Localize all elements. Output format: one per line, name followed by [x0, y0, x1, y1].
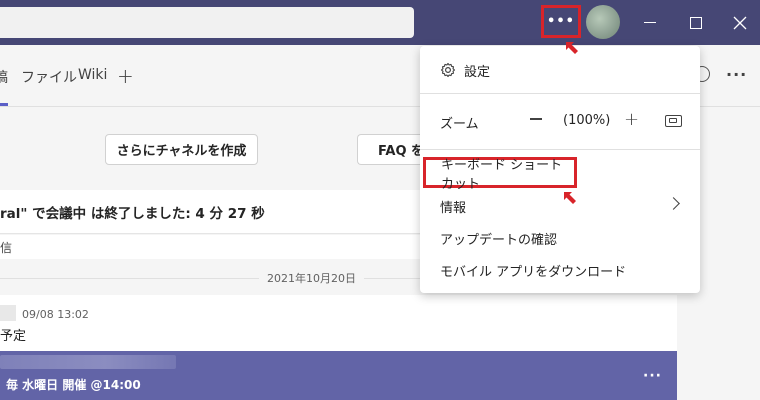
settings-dropdown-menu: 設定 ズーム (100%) + キーボード ショートカット 情報 アップデートの… [420, 46, 700, 293]
post-author-avatar [0, 305, 16, 321]
blurred-title [0, 355, 176, 369]
menu-item-settings[interactable]: 設定 [420, 54, 700, 86]
menu-item-info-label: 情報 [440, 200, 467, 216]
annotation-arrow-icon [564, 192, 576, 204]
zoom-in-button[interactable]: + [624, 111, 639, 129]
create-channel-button[interactable]: さらにチャネルを作成 [105, 134, 258, 165]
close-icon [733, 16, 747, 29]
meeting-banner[interactable]: 毎 水曜日 開催 @14:00 ··· [0, 351, 677, 400]
menu-divider [420, 93, 700, 94]
menu-item-settings-label: 設定 [464, 64, 491, 80]
menu-item-download-mobile[interactable]: モバイル アプリをダウンロード [420, 254, 700, 286]
zoom-fit-icon[interactable] [665, 115, 682, 127]
maximize-icon [690, 16, 702, 29]
faq-button[interactable]: FAQ を [357, 134, 427, 165]
tab-posts[interactable]: 稿 [0, 67, 8, 87]
annotation-arrow-icon [566, 42, 578, 54]
post-timestamp: 09/08 13:02 [22, 308, 89, 321]
maximize-button[interactable] [674, 0, 718, 45]
tab-wiki[interactable]: Wiki [78, 67, 107, 83]
active-tab-indicator [0, 103, 8, 106]
tab-more-button[interactable]: ··· [726, 65, 747, 84]
menu-item-check-updates-label: アップデートの確認 [440, 232, 558, 248]
menu-item-keyboard-shortcuts-label: キーボード ショートカット [441, 157, 563, 192]
menu-item-info[interactable]: 情報 [420, 190, 700, 222]
menu-item-download-mobile-label: モバイル アプリをダウンロード [440, 264, 627, 280]
meeting-schedule-text: 毎 水曜日 開催 @14:00 [6, 378, 141, 392]
post-text: 予定 [0, 329, 27, 344]
date-divider-label: 2021年10月20日 [259, 270, 364, 286]
banner-more-button[interactable]: ··· [643, 368, 662, 384]
zoom-level: (100%) [563, 113, 611, 128]
menu-item-keyboard-shortcuts[interactable]: キーボード ショートカット [423, 157, 577, 192]
menu-divider [420, 149, 700, 150]
zoom-fit-inner [669, 118, 677, 123]
more-options-label: ••• [547, 14, 575, 29]
tab-files[interactable]: ファイル [21, 67, 77, 87]
gear-icon [440, 62, 456, 78]
minimize-icon [644, 22, 656, 23]
minimize-button[interactable] [628, 0, 672, 45]
title-bar: ••• [0, 0, 760, 45]
menu-item-check-updates[interactable]: アップデートの確認 [420, 222, 700, 254]
close-button[interactable] [718, 0, 760, 45]
zoom-out-button[interactable] [530, 118, 542, 120]
user-avatar[interactable] [586, 5, 620, 39]
menu-item-zoom: ズーム [420, 106, 700, 138]
post-card[interactable]: 09/08 13:02 予定 [0, 295, 677, 351]
add-tab-button[interactable]: + [117, 64, 134, 88]
more-options-button[interactable]: ••• [541, 5, 581, 38]
zoom-label: ズーム [440, 116, 479, 132]
search-input[interactable] [0, 7, 414, 38]
